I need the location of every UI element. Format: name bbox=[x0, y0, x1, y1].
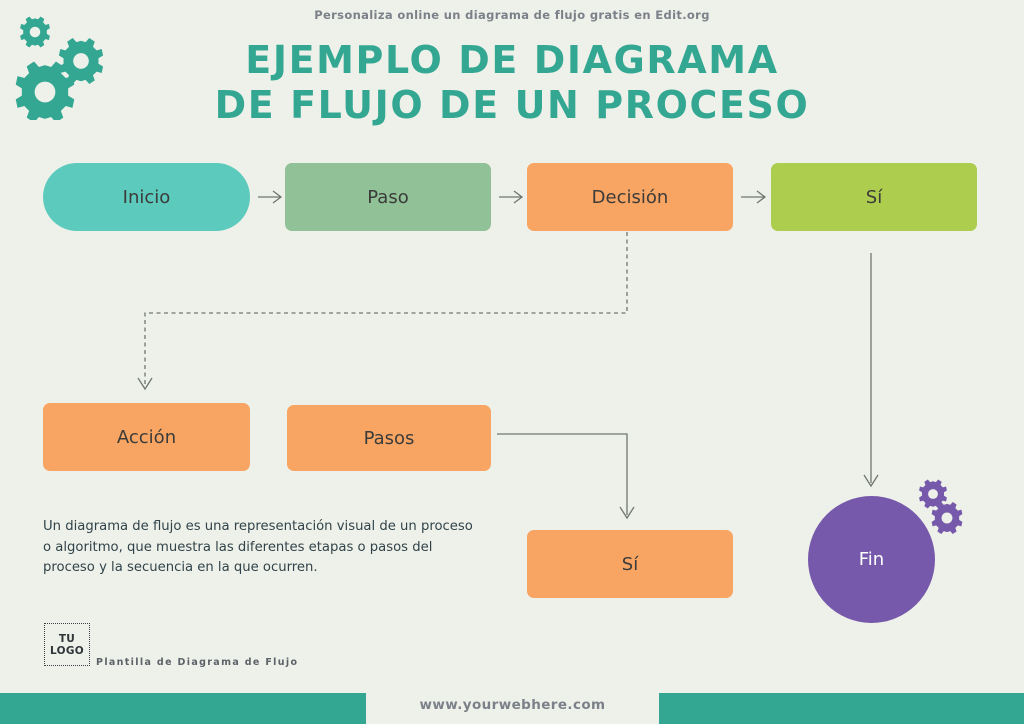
arrow-decision-to-si-top bbox=[741, 190, 767, 204]
node-accion[interactable]: Acción bbox=[43, 403, 250, 471]
flowchart-poster: Personaliza online un diagrama de flujo … bbox=[0, 0, 1024, 724]
gear-cluster-purple bbox=[919, 479, 963, 534]
node-inicio-label: Inicio bbox=[122, 186, 171, 208]
node-inicio[interactable]: Inicio bbox=[43, 163, 250, 231]
logo-placeholder[interactable]: TU LOGO bbox=[44, 623, 90, 666]
arrow-decision-to-accion bbox=[144, 232, 628, 386]
node-paso-label: Paso bbox=[367, 186, 409, 208]
node-decision[interactable]: Decisión bbox=[527, 163, 733, 231]
arrow-pasos-to-si-bottom bbox=[497, 433, 635, 520]
footer-bar-left bbox=[0, 693, 366, 724]
arrowhead-accion bbox=[137, 377, 153, 391]
node-decision-label: Decisión bbox=[591, 186, 669, 208]
footer-url[interactable]: www.yourwebhere.com bbox=[366, 697, 659, 713]
page-title-line-1: EJEMPLO DE DIAGRAMA bbox=[245, 38, 779, 82]
arrow-inicio-to-paso bbox=[258, 190, 283, 204]
node-fin-label: Fin bbox=[858, 549, 885, 570]
footer-bar-right bbox=[659, 693, 1024, 724]
node-fin[interactable]: Fin bbox=[808, 496, 935, 623]
node-si-bottom-label: Sí bbox=[621, 553, 639, 575]
node-accion-label: Acción bbox=[116, 426, 177, 448]
node-si-top[interactable]: Sí bbox=[771, 163, 977, 231]
logo-line-1: TU bbox=[58, 632, 76, 645]
node-pasos-label: Pasos bbox=[363, 427, 415, 449]
arrow-si-top-to-fin bbox=[863, 253, 879, 488]
page-title-line-2: DE FLUJO DE UN PROCESO bbox=[214, 83, 810, 127]
description-text: Un diagrama de flujo es una representaci… bbox=[43, 519, 473, 576]
node-si-bottom[interactable]: Sí bbox=[527, 530, 733, 598]
node-paso[interactable]: Paso bbox=[285, 163, 491, 231]
page-title: EJEMPLO DE DIAGRAMA DE FLUJO DE UN PROCE… bbox=[0, 38, 1024, 128]
node-si-top-label: Sí bbox=[865, 186, 883, 208]
gear-icon-purple-bottom bbox=[931, 502, 963, 534]
node-pasos[interactable]: Pasos bbox=[287, 405, 491, 471]
arrow-paso-to-decision bbox=[499, 190, 524, 204]
logo-caption: Plantilla de Diagrama de Flujo bbox=[96, 657, 299, 668]
page-tagline: Personaliza online un diagrama de flujo … bbox=[314, 8, 710, 22]
logo-line-2: LOGO bbox=[50, 644, 84, 657]
